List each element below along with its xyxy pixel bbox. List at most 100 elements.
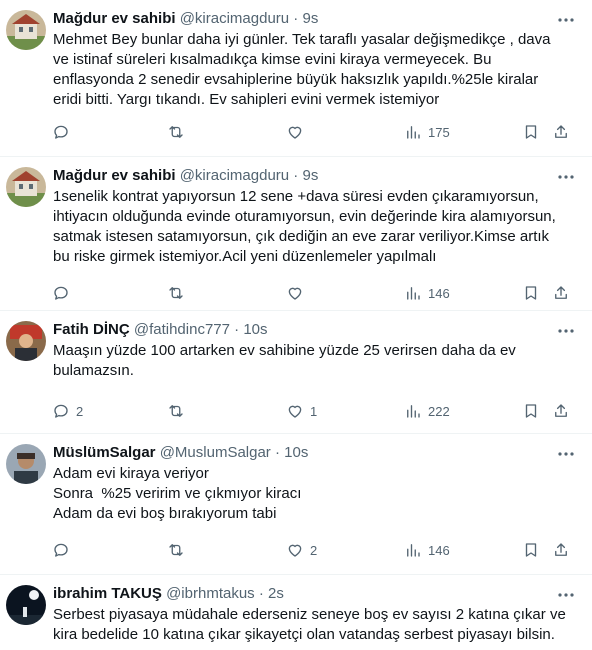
bookmark-icon [525,404,537,418]
avatar[interactable] [6,10,46,50]
tweet-actions: 175 [0,122,592,142]
tweet-actions: 2 146 [0,540,592,560]
tweet-actions: 146 [0,283,592,303]
share-button[interactable] [552,122,570,142]
bookmark-button[interactable] [522,540,540,560]
user-handle[interactable]: @kiracimagduru [180,167,289,184]
display-name[interactable]: Fatih DİNÇ [53,321,130,338]
bookmark-button[interactable] [522,283,540,303]
tweet-text-line: Serbest piyasaya müdahale ederseniz sene… [53,606,566,623]
views-count: 222 [428,403,450,419]
display-name[interactable]: Mağdur ev sahibi [53,167,176,184]
views-icon [407,544,420,557]
retweet-icon [169,544,183,556]
reply-button[interactable]: 2 [52,401,83,421]
timestamp[interactable]: 10s [284,444,308,461]
tweet-text-line: bulamazsın. [53,362,134,379]
share-button[interactable] [552,283,570,303]
timestamp[interactable]: 9s [302,10,318,27]
tweet-text-line: Adam da evi boş bırakıyorum tabi [53,505,277,522]
like-button[interactable]: 1 [286,401,317,421]
views-icon [407,405,420,418]
bookmark-button[interactable] [522,401,540,421]
like-button[interactable] [286,122,310,142]
tweet[interactable]: ibrahim TAKUŞ @ibrhmtakus · 2s Serbest p… [0,575,592,650]
views-count: 146 [428,542,450,558]
heart-icon [288,287,302,300]
views-button[interactable]: 222 [404,401,450,421]
tweet-text-line: ve istinaf süreleri kısalmadıkça kimse e… [53,51,492,68]
tweet-header: Fatih DİNÇ @fatihdinc777 · 10s [53,321,268,338]
bookmark-icon [525,286,537,300]
tweet-text-line: Mehmet Bey bunlar daha iyi günler. Tek t… [53,31,551,48]
more-options-icon[interactable] [556,444,576,464]
retweet-icon [169,287,183,299]
views-button[interactable]: 146 [404,540,450,560]
tweet-text-line: kira bedelide 10 katına çıkar şikayetçi … [53,626,555,643]
user-handle[interactable]: @MuslumSalgar [160,444,271,461]
like-button[interactable]: 2 [286,540,317,560]
retweet-icon [169,405,183,417]
timestamp[interactable]: 9s [302,167,318,184]
avatar[interactable] [6,585,46,625]
display-name[interactable]: MüslümSalgar [53,444,156,461]
retweet-icon [169,126,183,138]
retweet-button[interactable] [167,283,191,303]
avatar[interactable] [6,444,46,484]
tweet-text-line: Sonra %25 veririm ve çıkmıyor kiracı [53,485,302,502]
reply-button[interactable] [52,283,76,303]
avatar[interactable] [6,167,46,207]
views-button[interactable]: 175 [404,122,450,142]
display-name[interactable]: ibrahim TAKUŞ [53,585,162,602]
timestamp[interactable]: 2s [268,585,284,602]
tweet-text-line: Maaşın yüzde 100 artarken ev sahibine yü… [53,342,516,359]
tweet[interactable]: Fatih DİNÇ @fatihdinc777 · 10s Maaşın yü… [0,311,592,434]
tweet-text-line: 1senelik kontrat yapıyorsun 12 sene +dav… [53,188,539,205]
like-button[interactable] [286,283,310,303]
reply-button[interactable] [52,122,76,142]
tweet-header: ibrahim TAKUŞ @ibrhmtakus · 2s [53,585,284,602]
more-options-icon[interactable] [556,321,576,341]
tweet-text-line: bu riske girmek istemiyor.Acil yeni düze… [53,248,437,265]
display-name[interactable]: Mağdur ev sahibi [53,10,176,27]
reply-count: 2 [76,403,84,419]
share-icon [555,286,567,299]
user-handle[interactable]: @ibrhmtakus [166,585,255,602]
tweet-text-line: ihtiyacın olduğunda evinde oturamıyorsun… [53,208,556,225]
tweet-text-line: Adam evi kiraya veriyor [53,465,209,482]
tweet[interactable]: MüslümSalgar @MuslumSalgar · 10s Adam ev… [0,434,592,575]
more-options-icon[interactable] [556,585,576,605]
share-button[interactable] [552,401,570,421]
reply-icon [54,125,68,139]
retweet-button[interactable] [167,401,191,421]
reply-icon [54,543,68,557]
reply-icon [54,404,68,418]
tweet-actions: 2 1 222 [0,401,592,421]
timestamp[interactable]: 10s [243,321,267,338]
tweet-text: Mehmet Bey bunlar daha iyi günler. Tek t… [53,30,583,110]
more-options-icon[interactable] [556,10,576,30]
heart-icon [288,544,302,557]
tweet-header: Mağdur ev sahibi @kiracimagduru · 9s [53,167,319,184]
tweet-text-line: eridi bitti. Yargı tıkandı. Ev sahipleri… [53,91,440,108]
reply-button[interactable] [52,540,76,560]
avatar[interactable] [6,321,46,361]
heart-icon [288,405,302,418]
bookmark-button[interactable] [522,122,540,142]
heart-icon [288,126,302,139]
tweet-text-line: satmak istesen satamıyorsun, çık dediğin… [53,228,550,245]
more-options-icon[interactable] [556,167,576,187]
tweet-text: Maaşın yüzde 100 artarken ev sahibine yü… [53,341,583,381]
retweet-button[interactable] [167,122,191,142]
views-count: 175 [428,124,450,140]
retweet-button[interactable] [167,540,191,560]
bookmark-icon [525,543,537,557]
tweet[interactable]: Mağdur ev sahibi @kiracimagduru · 9s 1se… [0,157,592,311]
tweet-text: Serbest piyasaya müdahale ederseniz sene… [53,605,583,645]
user-handle[interactable]: @fatihdinc777 [134,321,230,338]
share-button[interactable] [552,540,570,560]
views-button[interactable]: 146 [404,283,450,303]
user-handle[interactable]: @kiracimagduru [180,10,289,27]
tweet[interactable]: Mağdur ev sahibi @kiracimagduru · 9s Meh… [0,0,592,157]
like-count: 1 [310,403,318,419]
